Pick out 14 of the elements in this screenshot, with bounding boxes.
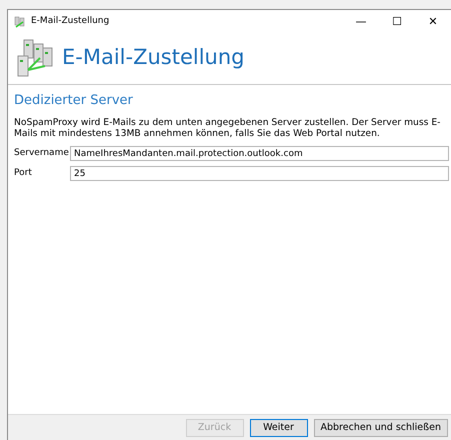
servers-icon xyxy=(14,16,26,28)
maximize-button[interactable]: ☐ xyxy=(379,14,415,30)
close-button[interactable]: ✕ xyxy=(415,14,451,30)
section-title: Dedizierter Server xyxy=(14,92,134,110)
field-label: Servername xyxy=(14,147,70,160)
next-button[interactable]: Weiter xyxy=(250,418,308,436)
window-title: E-Mail-Zustellung xyxy=(31,15,110,28)
input-field[interactable]: 25 xyxy=(70,166,449,182)
description-text: NoSpamProxy wird E-Mails zu dem unten angegebenen Server zustellen. Der Server muss E-Mails mit mindestens 13MB annehmen können, falls Sie das Web Portal nutzen. xyxy=(14,116,442,140)
cancel-button[interactable]: Abbrechen und schließen xyxy=(314,418,448,436)
minimize-button[interactable]: — xyxy=(343,14,379,30)
input-field[interactable]: NameIhresMandanten.mail.protection.outlook.com xyxy=(70,146,449,162)
page-title: E-Mail-Zustellung xyxy=(62,44,244,72)
field-label: Port xyxy=(14,167,33,180)
